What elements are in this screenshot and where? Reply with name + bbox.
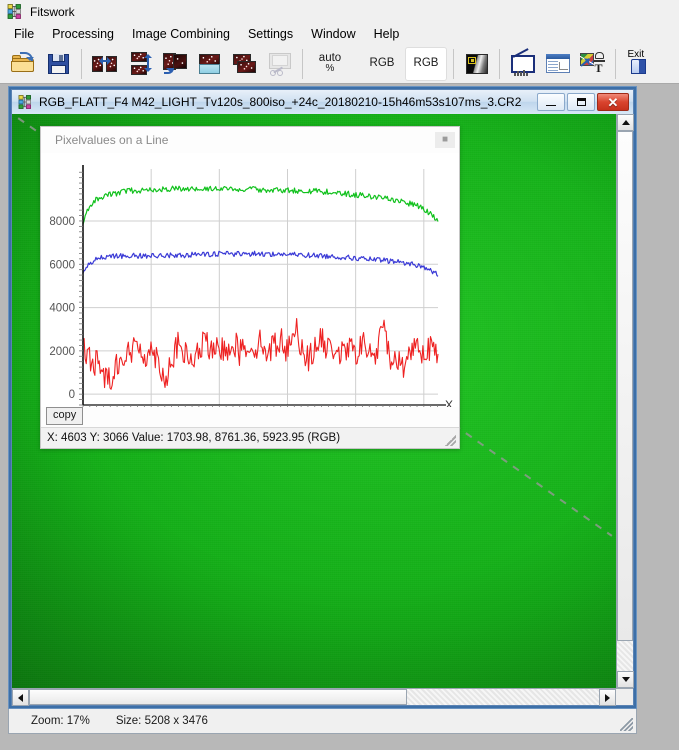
minimize-button[interactable] xyxy=(537,93,565,111)
vertical-scrollbar[interactable] xyxy=(616,114,634,688)
close-icon: ■ xyxy=(441,134,449,145)
horizontal-scroll-thumb[interactable] xyxy=(29,689,407,705)
document-plot-icon xyxy=(545,52,571,76)
toolbar-separator xyxy=(81,48,82,79)
plot-chart-area[interactable]: 0200040006000800010002000300040005000X xyxy=(41,153,459,407)
close-icon: ✕ xyxy=(607,94,619,110)
scroll-right-button[interactable] xyxy=(599,689,616,706)
rgb-combine-button[interactable]: RGB xyxy=(405,46,447,81)
mirror-vertical-icon xyxy=(127,51,153,76)
rotate-image-button[interactable] xyxy=(158,47,191,81)
horizontal-scrollbar[interactable] xyxy=(12,688,633,706)
exit-door-icon: Exit xyxy=(626,49,652,76)
flatten-background-button[interactable] xyxy=(193,47,226,81)
rgb-split-button[interactable]: RGB xyxy=(361,47,403,81)
menu-item-processing[interactable]: Processing xyxy=(43,25,123,43)
toolbar-separator xyxy=(615,48,616,79)
annotate-button[interactable]: T xyxy=(576,47,609,81)
auto-percent-icon: auto % xyxy=(319,52,341,75)
scroll-down-button[interactable] xyxy=(617,671,634,688)
svg-text:0: 0 xyxy=(69,389,75,401)
annotate-color-icon: T xyxy=(579,51,606,76)
horizontal-scroll-track[interactable] xyxy=(29,689,599,705)
vertical-scroll-track[interactable] xyxy=(617,131,633,671)
image-size-text: Size: 5208 x 3476 xyxy=(115,715,208,727)
pixel-value-readout: X: 4603 Y: 3066 Value: 1703.98, 8761.36,… xyxy=(47,432,341,444)
rgb-text-icon: RGB xyxy=(369,57,395,70)
toolbar-separator xyxy=(499,48,500,79)
open-file-button[interactable] xyxy=(7,47,40,81)
close-button[interactable]: ✕ xyxy=(597,93,629,111)
histogram-button[interactable] xyxy=(506,47,539,81)
pixelvalues-plot-window: Pixelvalues on a Line ■ 0 2000 4000 6000 800… xyxy=(40,126,460,449)
grayscale-preview-button[interactable] xyxy=(460,47,493,81)
main-toolbar: auto % RGB RGB T Exit xyxy=(0,44,679,84)
stack-images-button[interactable] xyxy=(228,47,261,81)
fitswork-app-icon xyxy=(7,4,22,19)
mirror-vertical-button[interactable] xyxy=(123,47,156,81)
open-folder-icon xyxy=(10,51,37,76)
menu-item-window[interactable]: Window xyxy=(302,25,364,43)
plot-statusbar: X: 4603 Y: 3066 Value: 1703.98, 8761.36,… xyxy=(41,427,459,448)
toolbar-separator xyxy=(453,48,454,79)
fitswork-application-window: Fitswork File Processing Image Combining… xyxy=(0,0,679,750)
svg-text:4000: 4000 xyxy=(49,303,75,315)
scroll-up-button[interactable] xyxy=(617,114,634,131)
rotate-image-icon xyxy=(162,52,188,76)
menu-item-help[interactable]: Help xyxy=(365,25,409,43)
svg-text:6000: 6000 xyxy=(49,259,75,271)
child-window-controls: ✕ xyxy=(537,93,631,111)
plot-resize-grip[interactable] xyxy=(445,435,456,446)
menubar: File Processing Image Combining Settings… xyxy=(0,23,679,44)
app-title: Fitswork xyxy=(30,4,75,19)
main-titlebar: Fitswork xyxy=(0,0,679,23)
mirror-horizontal-icon xyxy=(91,52,118,76)
mirror-horizontal-button[interactable] xyxy=(88,47,121,81)
svg-text:8000: 8000 xyxy=(49,216,75,228)
auto-percent-button[interactable]: auto % xyxy=(309,47,351,81)
scroll-left-button[interactable] xyxy=(12,689,29,706)
main-statusbar: Zoom: 17% Size: 5208 x 3476 xyxy=(8,709,637,734)
flatten-image-icon xyxy=(197,52,223,76)
copy-button[interactable]: copy xyxy=(46,407,84,425)
exit-button[interactable]: Exit xyxy=(622,47,655,81)
vertical-scroll-thumb[interactable] xyxy=(617,131,633,641)
menu-item-settings[interactable]: Settings xyxy=(239,25,302,43)
fits-header-button[interactable] xyxy=(541,47,574,81)
child-window-title: RGB_FLATT_F4 M42_LIGHT_Tv120s_800iso_+24… xyxy=(39,95,522,109)
maximize-button[interactable] xyxy=(567,93,595,111)
plot-close-button[interactable]: ■ xyxy=(435,132,455,148)
plot-window-title: Pixelvalues on a Line xyxy=(55,133,169,147)
pixelvalues-chart: 0200040006000800010002000300040005000X xyxy=(49,165,453,407)
child-window-titlebar[interactable]: RGB_FLATT_F4 M42_LIGHT_Tv120s_800iso_+24… xyxy=(12,90,633,114)
crop-image-button[interactable] xyxy=(263,47,296,81)
rgb-text-icon: RGB xyxy=(413,57,439,70)
svg-text:X: X xyxy=(445,398,453,407)
stack-images-icon xyxy=(232,52,258,76)
grayscale-strip-icon xyxy=(464,52,490,76)
plot-footer: copy xyxy=(41,407,459,427)
save-file-button[interactable] xyxy=(42,47,75,81)
histogram-icon xyxy=(510,47,536,76)
toolbar-separator xyxy=(302,48,303,79)
floppy-save-icon xyxy=(46,52,72,76)
menu-item-image-combining[interactable]: Image Combining xyxy=(123,25,239,43)
crop-scissors-icon xyxy=(267,52,293,76)
plot-window-header: Pixelvalues on a Line ■ xyxy=(41,127,459,153)
svg-text:2000: 2000 xyxy=(49,346,75,358)
menu-item-file[interactable]: File xyxy=(5,25,43,43)
zoom-level-text: Zoom: 17% xyxy=(31,715,90,727)
fitswork-document-icon xyxy=(18,95,32,109)
resize-grip[interactable] xyxy=(620,718,633,731)
percent-label: % xyxy=(325,63,335,75)
